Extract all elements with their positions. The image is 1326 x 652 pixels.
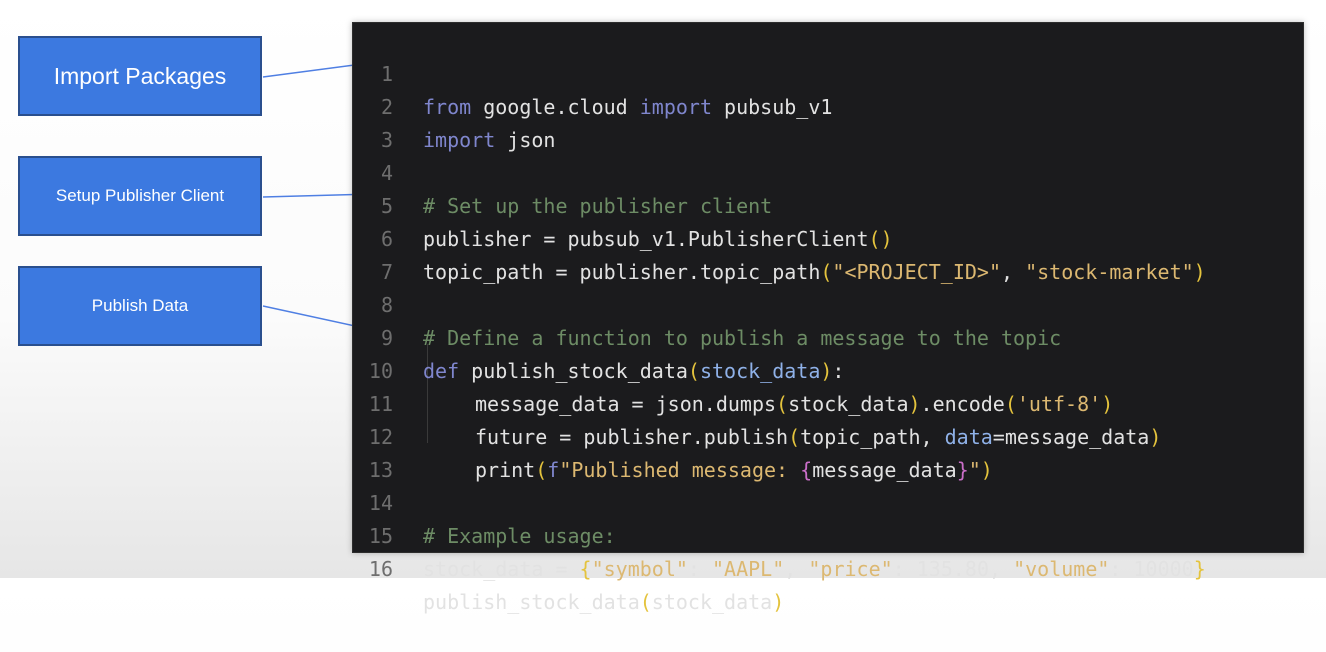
code-line: 12 print(f"Published message: {message_d… [353,388,1303,482]
code-line: 14 # Example usage: [353,454,1303,548]
code-line: 10 message_data = json.dumps(stock_data)… [353,322,1303,416]
code-text: stock_data = {"symbol": "AAPL", "price":… [423,557,1206,581]
code-line: 2 import json [353,58,1303,152]
code-line: 1 from google.cloud import pubsub_v1 [353,25,1303,119]
code-line: 6 topic_path = publisher.topic_path("<PR… [353,190,1303,284]
code-editor: 1 from google.cloud import pubsub_v1 2 i… [352,22,1304,614]
code-line: 7 [353,223,1303,284]
code-line: 8 # Define a function to publish a messa… [353,256,1303,350]
line-number: 16 [368,557,393,581]
code-line: 16 publish_stock_data(stock_data) [353,520,1303,614]
code-line: 5 publisher = pubsub_v1.PublisherClient(… [353,157,1303,251]
code-line: 4 # Set up the publisher client [353,124,1303,218]
code-line: 15 stock_data = {"symbol": "AAPL", "pric… [353,487,1303,581]
code-line: 9 def publish_stock_data(stock_data): [353,289,1303,383]
code-line: 13 [353,421,1303,482]
code-line: 3 [353,91,1303,152]
code-text: publish_stock_data(stock_data) [423,590,785,614]
code-line: 11 future = publisher.publish(topic_path… [353,355,1303,449]
